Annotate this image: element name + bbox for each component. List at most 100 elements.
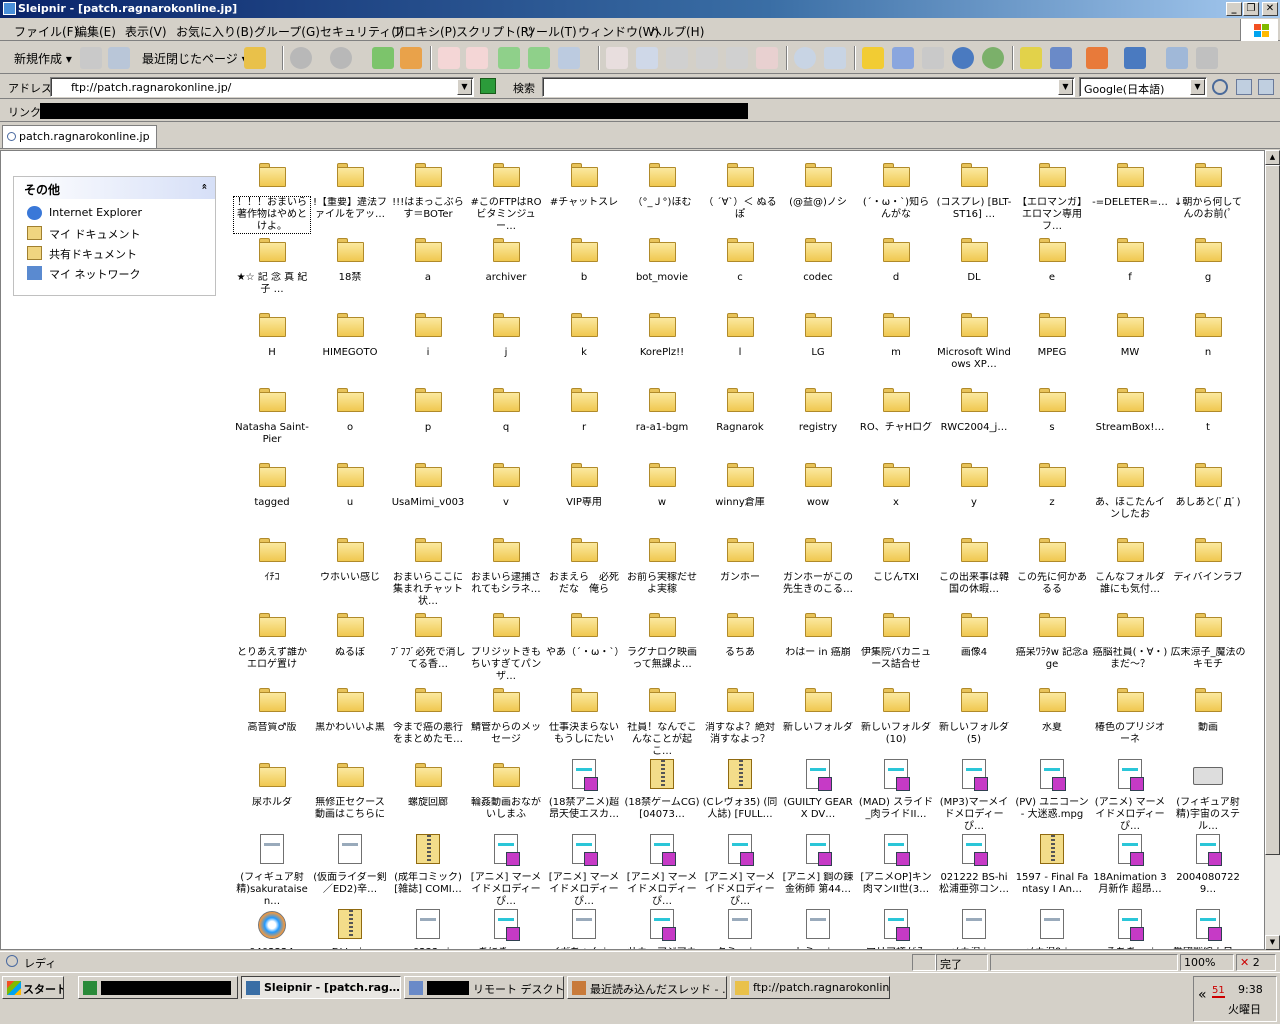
folder-item[interactable]: k	[545, 307, 623, 382]
folder-item[interactable]: ラグナロク映画って無課よ…	[623, 607, 701, 682]
folder-item[interactable]: f	[1091, 232, 1169, 307]
folder-item[interactable]: ↓朝から何してんのお前(ﾟ	[1169, 157, 1247, 232]
folder-item[interactable]: 癌呆ﾜﾗﾀw 記念age	[1013, 607, 1091, 682]
folder-item[interactable]: wow	[779, 457, 857, 532]
folder-item[interactable]: ウホいい感じ	[311, 532, 389, 607]
folder-item[interactable]: 動画	[1169, 682, 1247, 757]
file-item[interactable]: (フィギュア射精)sakurataisen…	[233, 832, 311, 907]
folder-item[interactable]: -=DELETER=…	[1091, 157, 1169, 232]
place-my-documents[interactable]: マイ ドキュメント	[14, 223, 215, 243]
folder-item[interactable]: 水夏	[1013, 682, 1091, 757]
folder-item[interactable]: あしあと(ﾟДﾟ)	[1169, 457, 1247, 532]
file-item[interactable]: 021222 BS-hi 松浦亜弥コン…	[935, 832, 1013, 907]
folder-item[interactable]: (´・ω・`)知らんがな	[857, 157, 935, 232]
folder-item[interactable]: j	[467, 307, 545, 382]
taskbar-excel[interactable]	[78, 976, 238, 999]
close-tab-icon[interactable]	[606, 47, 628, 69]
menu-help[interactable]: ヘルプ(H)	[650, 23, 704, 40]
close-other-tabs-icon[interactable]	[636, 47, 658, 69]
file-item[interactable]: (アニメ) マーメイドメロディー ぴ…	[1091, 757, 1169, 832]
file-item[interactable]: (成年コミック) [雑誌] COMI…	[389, 832, 467, 907]
folder-item[interactable]: こじんTXI	[857, 532, 935, 607]
recent-pages-button[interactable]: 最近閉じたページ ▾	[142, 50, 248, 67]
close-left-icon[interactable]	[666, 47, 688, 69]
menu-window[interactable]: ウィンドウ(W)	[578, 23, 659, 40]
folder-item[interactable]: ガンホー	[701, 532, 779, 607]
folder-item[interactable]: q	[467, 382, 545, 457]
menu-group[interactable]: グループ(G)	[254, 23, 320, 40]
folder-item[interactable]: ﾌﾞﾌﾌﾞ必死で消してる香…	[389, 607, 467, 682]
paste-icon[interactable]	[108, 47, 130, 69]
menu-file[interactable]: ファイル(F)	[14, 23, 78, 40]
folder-item[interactable]: 消すなよ？絶対消すなよっ？	[701, 682, 779, 757]
file-item[interactable]: (PV) ユニコーン - 大迷惑.mpg	[1013, 757, 1091, 832]
refresh-icon[interactable]	[498, 47, 520, 69]
search-icon[interactable]	[794, 47, 816, 69]
folder-item[interactable]: #このFTPはROビタミンジュー…	[467, 157, 545, 232]
folder-item[interactable]: こんなフォルダ誰にも気付…	[1091, 532, 1169, 607]
stop-all-icon[interactable]	[466, 47, 488, 69]
folder-item[interactable]: やあ（´・ω・`）	[545, 607, 623, 682]
file-item[interactable]: (18禁アニメ)超昂天使エスカ…	[545, 757, 623, 832]
folder-item[interactable]: 癌脳社員(・∀・)まだ～？	[1091, 607, 1169, 682]
file-item[interactable]: [アニメ] マーメイドメロディー ぴ…	[701, 832, 779, 907]
folder-item[interactable]: c	[701, 232, 779, 307]
clock-icon[interactable]	[982, 47, 1004, 69]
file-item[interactable]: up0233.zip	[389, 907, 467, 949]
folder-item[interactable]: 18禁	[311, 232, 389, 307]
sleipnir-app-icon[interactable]	[3, 2, 16, 15]
zoom-level[interactable]: 100%	[1180, 954, 1234, 971]
scroll-thumb[interactable]	[1265, 165, 1280, 855]
folder-item[interactable]: m	[857, 307, 935, 382]
folder-item[interactable]: おまいらここに集まれチャット状…	[389, 532, 467, 607]
file-item[interactable]: (MP3)マーメイドメロディーぴ…	[935, 757, 1013, 832]
favorites-add-icon[interactable]	[892, 47, 914, 69]
restore-button[interactable]: ❐	[1243, 2, 1259, 16]
engine-dropdown-icon[interactable]: ▼	[1190, 79, 1205, 95]
folder-item[interactable]: #チャットスレ	[545, 157, 623, 232]
go-icon[interactable]	[480, 78, 496, 94]
folder-item[interactable]: MPEG	[1013, 307, 1091, 382]
folder-item[interactable]: ！！！おまいら著作物はやめとけよ。	[233, 157, 311, 234]
folder-item[interactable]: i	[389, 307, 467, 382]
folder-item[interactable]: p	[389, 382, 467, 457]
folder-item[interactable]: この先に何かあるる	[1013, 532, 1091, 607]
folder-item[interactable]: 黒かわいいよ黒	[311, 682, 389, 757]
folder-item[interactable]: KorePlz!!	[623, 307, 701, 382]
folder-item[interactable]: o	[311, 382, 389, 457]
highlight-icon[interactable]	[1236, 79, 1252, 95]
folder-item[interactable]: LG	[779, 307, 857, 382]
file-item[interactable]: (仮面ライダー剣／ED2)辛…	[311, 832, 389, 907]
folder-item[interactable]: 新しいフォルダ (5)	[935, 682, 1013, 757]
taskbar-sleipnir[interactable]: Sleipnir - [patch.rag…	[241, 976, 401, 999]
close-all-tabs-icon[interactable]	[756, 47, 778, 69]
vertical-scrollbar[interactable]: ▲ ▼	[1265, 150, 1280, 950]
folder-item[interactable]: 高音質♂版	[233, 682, 311, 757]
folder-item[interactable]: u	[311, 457, 389, 532]
folder-item[interactable]: l	[701, 307, 779, 382]
close-button[interactable]: ✕	[1262, 2, 1278, 16]
file-item[interactable]: ap0402224-…	[233, 907, 311, 949]
folder-item[interactable]: codec	[779, 232, 857, 307]
file-item[interactable]: あにき.mpg	[467, 907, 545, 949]
file-item[interactable]: [アニメ] マーメイドメロディー ぴ…	[623, 832, 701, 907]
folder-item[interactable]: 今まで癌の悪行をまとめたモ…	[389, 682, 467, 757]
folder-item[interactable]: （ ´∀`）＜ ぬるぽ	[701, 157, 779, 232]
address-dropdown-icon[interactable]: ▼	[457, 79, 472, 95]
folder-item[interactable]: 椿色のプリジオーネ	[1091, 682, 1169, 757]
minimize-button[interactable]: _	[1226, 2, 1242, 16]
copy-icon[interactable]	[80, 47, 102, 69]
folder-item[interactable]: !【重要】違法ファイルをアッ…	[311, 157, 389, 232]
folder-item[interactable]: !!!はまっこぶらす＝BOTer	[389, 157, 467, 232]
status-icons-group[interactable]	[990, 954, 1178, 971]
menu-script[interactable]: スクリプト(R)	[456, 23, 534, 40]
folder-item[interactable]: ra-a1-bgm	[623, 382, 701, 457]
address-input[interactable]: ftp://patch.ragnarokonline.jp/ ▼	[50, 77, 474, 97]
folder-item[interactable]: 伊集院バカニュース詰合せ	[857, 607, 935, 682]
title-bar[interactable]: Sleipnir - [patch.ragnarokonline.jp] _ ❐…	[0, 0, 1280, 18]
folder-item[interactable]: v	[467, 457, 545, 532]
folder-item[interactable]: n	[1169, 307, 1247, 382]
menu-view[interactable]: 表示(V)	[125, 23, 167, 40]
file-item[interactable]: サカーアジアカッ…	[623, 907, 701, 949]
tray-badge[interactable]: 51	[1212, 985, 1225, 998]
